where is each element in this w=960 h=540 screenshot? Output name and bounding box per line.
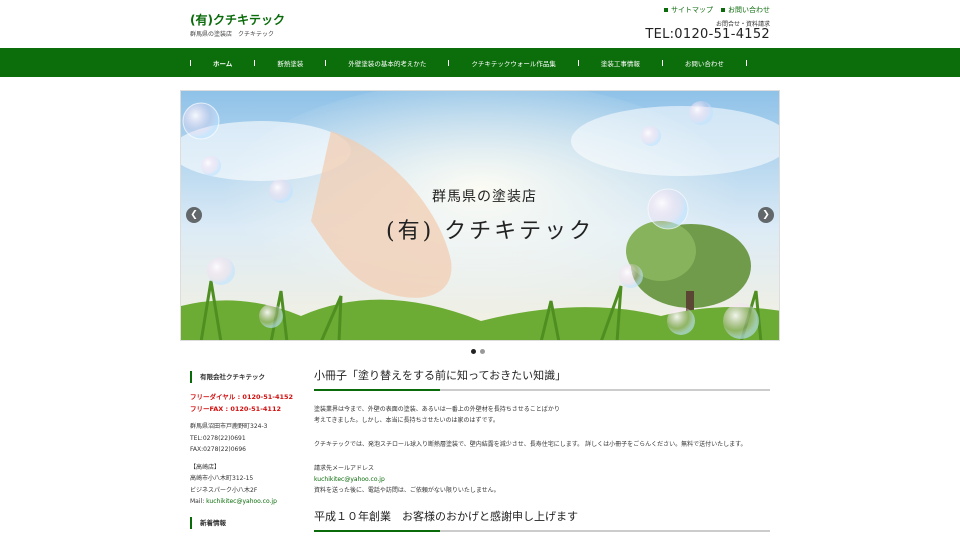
free-fax: フリーFAX : 0120-51-4112 [190,404,281,413]
slider-pagination [471,349,485,354]
branch-address-2: ビジネスパーク小八木2F [190,486,258,494]
nav-divider [745,59,747,66]
site-tagline: 群馬県の塗装店 クチキテック [190,31,275,38]
contact-link[interactable]: お問い合わせ [721,5,770,15]
nav-item-basics[interactable]: 外壁塗装の基本的考えかた [326,58,448,68]
company-address: 群馬県沼田市戸鹿野町324-3 [190,423,268,430]
nav-item-contact[interactable]: お問い合わせ [663,58,746,68]
free-dial: フリーダイヤル : 0120-51-4152 [190,393,294,401]
company-fax: FAX:0278(22)0696 [190,446,246,453]
hero-slider[interactable]: 群馬県の塗装店 (有) クチキテック ❮ ❯ [180,90,780,341]
intro-line-2: 考えてきました。しかし、本当に長持ちさせたいのは家のはずです。 [314,417,499,424]
page: (有)クチキテック 群馬県の塗装店 クチキテック サイトマップ お問い合わせ お… [0,0,960,540]
bullet-icon [664,8,668,12]
header-tel: TEL:0120-51-4152 [645,27,770,42]
branch-label: 【高崎店】 [190,463,221,471]
sidebar-company-heading: 有限会社クチキテック [190,371,300,383]
branch-address-1: 高崎市小八木町312-15 [190,475,254,482]
top-links: サイトマップ お問い合わせ [664,5,770,15]
sidebar: 有限会社クチキテック フリーダイヤル : 0120-51-4152 フリーFAX… [190,371,300,538]
bullet-icon [721,8,725,12]
main-content: 小冊子「塗り替えをする前に知っておきたい知識」 塗装業界は今まで、外壁の表面の塗… [314,368,770,540]
hero-heading-large: (有) クチキテック [386,219,595,244]
insulation-paragraph: クチキテックでは、発泡スチロール球入り断熱層塗装で、壁内結露を減少させ、長寿住宅… [314,441,747,448]
company-tel: TEL:0278(22)0691 [190,434,246,442]
nav-item-home[interactable]: ホーム [191,58,254,68]
hero-heading-small: 群馬県の塗装店 [432,189,537,205]
sitemap-link-label: サイトマップ [671,6,713,14]
mail-prefix: Mail: [190,498,207,505]
request-note: 資料を送った後に、電話や訪問は、ご依頼がない限りいたしません。 [314,487,500,494]
sitemap-link[interactable]: サイトマップ [664,5,713,15]
slider-dot[interactable] [480,349,485,354]
nav-item-info[interactable]: 塗装工事情報 [579,58,662,68]
booklet-section-title: 小冊子「塗り替えをする前に知っておきたい知識」 [314,369,567,382]
slider-dot[interactable] [471,349,476,354]
news-heading: 新着情報 [190,516,300,529]
request-label: 請求先メールアドレス [314,465,375,472]
nav-item-works[interactable]: クチキテックウォール作品集 [449,58,578,68]
section-underline [314,389,770,391]
site-logo[interactable]: (有)クチキテック [190,11,285,28]
company-mail: Mail: kuchikitec@yahoo.co.jp [190,496,300,508]
mail-link[interactable]: kuchikitec@yahoo.co.jp [206,498,277,505]
intro-line-1: 塗装業界は今まで、外壁の表面の塗装、あるいは一番上の外壁材を長持ちさせることばか… [314,406,560,413]
request-mail-link[interactable]: kuchikitec@yahoo.co.jp [314,474,770,485]
slider-prev-icon[interactable]: ❮ [186,207,202,223]
contact-link-label: お問い合わせ [728,6,770,14]
section-underline [314,530,770,532]
global-nav: ホーム 断熱塗装 外壁塗装の基本的考えかた クチキテックウォール作品集 塗装工事… [0,48,960,77]
founding-section-title: 平成１０年創業 お客様のおかげと感謝申し上げます [314,510,578,523]
slider-next-icon[interactable]: ❯ [758,207,774,223]
nav-item-insulation[interactable]: 断熱塗装 [255,58,325,68]
